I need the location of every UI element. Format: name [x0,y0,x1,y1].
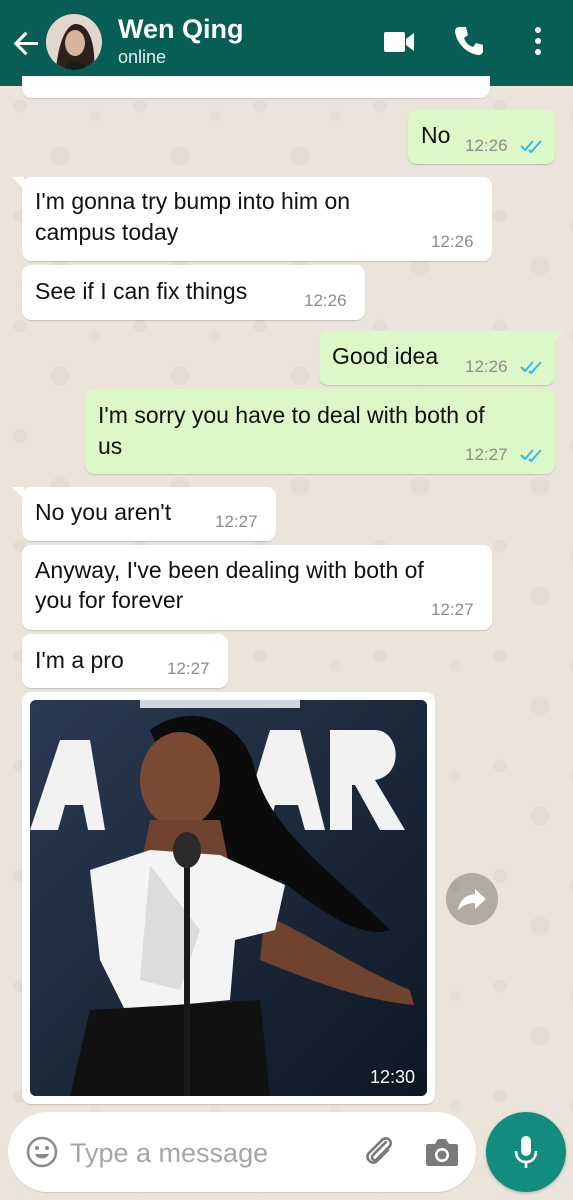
video-call-icon[interactable] [382,26,416,58]
message-text: Anyway, I've been dealing with both of [35,557,424,583]
camera-icon[interactable] [424,1136,460,1168]
image-message[interactable]: 12:30 [22,692,435,1104]
contact-status: online [118,47,167,67]
message-text: No [421,122,451,148]
message-time: 12:26 [304,291,347,310]
back-arrow-icon[interactable] [10,27,42,59]
message-time: 12:27 [167,659,210,678]
more-options-icon[interactable] [528,24,548,58]
message-outgoing[interactable]: I'm sorry you have to deal with both of … [85,389,555,474]
previous-message-bubble [22,76,490,98]
message-text: I'm sorry you have to deal with both of [98,402,485,428]
message-text: us [98,433,123,459]
message-outgoing[interactable]: No 12:26 [408,110,555,164]
message-time: 12:26 [465,136,508,155]
read-receipt-icon [520,140,542,154]
message-text: See if I can fix things [35,278,248,304]
message-incoming[interactable]: Anyway, I've been dealing with both of y… [22,545,492,630]
read-receipt-icon [520,361,542,375]
message-time: 12:26 [431,232,474,251]
message-input[interactable] [68,1130,342,1176]
bubble-tail [553,331,565,343]
message-time: 12:26 [465,357,508,376]
message-incoming[interactable]: See if I can fix things 12:26 [22,265,365,320]
message-time: 12:27 [431,600,474,619]
microphone-icon [514,1136,538,1168]
voice-message-button[interactable] [486,1112,566,1192]
message-text: campus today [35,219,179,245]
bubble-tail [12,487,24,499]
bubble-tail [12,177,24,189]
message-incoming[interactable]: No you aren't 12:27 [12,487,276,541]
message-outgoing[interactable]: Good idea 12:26 [319,331,565,385]
message-text: I'm a pro [35,647,124,673]
message-text: I'm gonna try bump into him on [35,188,351,214]
message-time: 12:30 [369,1067,415,1087]
forward-icon[interactable] [446,873,498,925]
message-time: 12:27 [215,512,258,531]
paperclip-icon[interactable] [362,1134,398,1170]
contact-name[interactable]: Wen Qing [118,14,244,45]
emoji-icon[interactable] [26,1136,58,1168]
chat-header: Wen Qing online [0,0,573,86]
message-text: No you aren't [35,499,172,525]
message-incoming[interactable]: I'm gonna try bump into him on campus to… [12,177,492,261]
message-time: 12:27 [465,445,508,464]
phone-call-icon[interactable] [452,24,486,58]
message-text: you for forever [35,587,184,613]
message-compose-bar [8,1112,476,1192]
shared-photo[interactable]: 12:30 [30,700,427,1096]
avatar[interactable] [46,14,102,70]
message-text: Good idea [332,343,439,369]
read-receipt-icon [520,449,542,463]
message-incoming[interactable]: I'm a pro 12:27 [22,634,228,688]
